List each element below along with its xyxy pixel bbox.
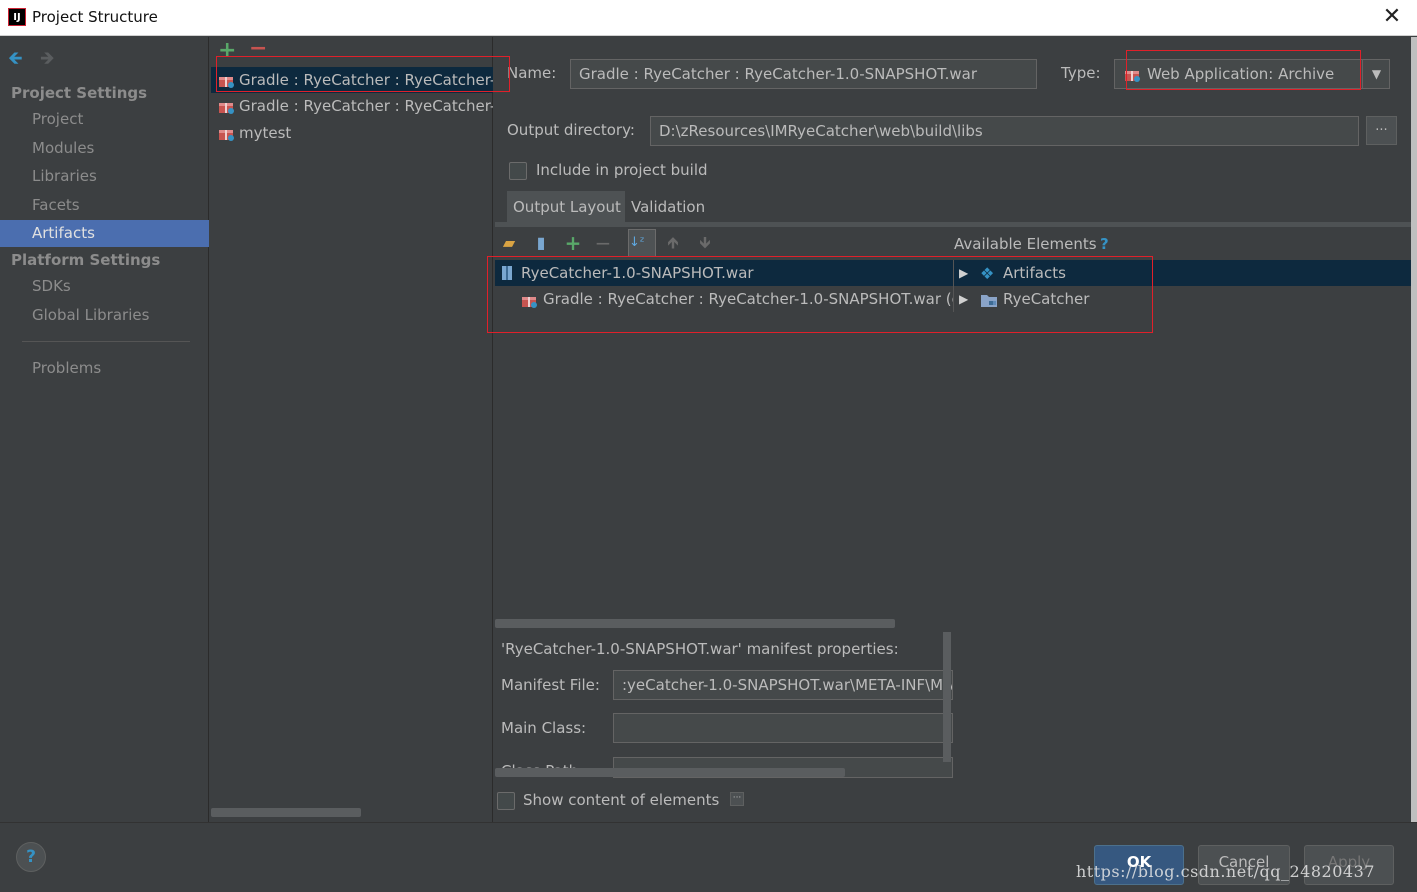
sidebar-item-project[interactable]: Project <box>0 106 209 133</box>
sidebar-item-problems[interactable]: Problems <box>0 355 209 382</box>
artifact-item-exploded[interactable]: Gradle : RyeCatcher : RyeCatcher-1.0-SNA… <box>211 93 493 119</box>
title-bar <box>0 0 1417 36</box>
main-class-input[interactable] <box>613 713 953 743</box>
archive-icon <box>502 266 512 280</box>
manifest-heading: 'RyeCatcher-1.0-SNAPSHOT.war' manifest p… <box>501 640 899 658</box>
tree-root-label[interactable]: RyeCatcher-1.0-SNAPSHOT.war <box>521 264 754 282</box>
manifest-horizontal-scrollbar[interactable] <box>495 768 845 777</box>
artifact-item-label: mytest <box>239 124 292 142</box>
window-title: Project Structure <box>32 8 158 26</box>
manifest-file-input[interactable]: :yeCatcher-1.0-SNAPSHOT.war\META-INF\MA <box>613 670 953 700</box>
add-element-icon[interactable]: + <box>563 233 583 253</box>
name-input[interactable]: Gradle : RyeCatcher : RyeCatcher-1.0-SNA… <box>570 59 1037 89</box>
move-down-icon[interactable]: 🡻 <box>695 233 715 253</box>
artifact-list-panel <box>210 37 493 822</box>
artifact-item-mytest[interactable]: mytest <box>211 120 493 146</box>
war-artifact-icon <box>219 77 234 88</box>
war-exploded-artifact-icon <box>219 103 234 114</box>
name-label: Name: <box>507 64 557 82</box>
artifact-item-war[interactable]: Gradle : RyeCatcher : RyeCatcher-1.0-SNA… <box>211 67 493 93</box>
close-window-button[interactable]: ✕ <box>1380 5 1404 29</box>
module-folder-icon <box>981 295 997 307</box>
sidebar-item-libraries[interactable]: Libraries <box>0 163 209 190</box>
available-elements-label: Available Elements <box>954 235 1097 253</box>
web-archive-icon <box>1125 71 1140 82</box>
artifacts-diamond-icon: ❖ <box>980 264 995 283</box>
forward-arrow-icon[interactable]: 🡺 <box>40 46 55 76</box>
manifest-file-label: Manifest File: <box>501 676 600 694</box>
browse-button[interactable]: ... <box>1366 116 1397 145</box>
show-content-label: Show content of elements <box>523 791 720 809</box>
tree-split-divider[interactable] <box>953 260 954 312</box>
available-item-ryecatcher[interactable]: RyeCatcher <box>1003 290 1089 308</box>
layout-horizontal-scrollbar[interactable] <box>495 619 895 628</box>
type-label: Type: <box>1061 64 1101 82</box>
sidebar-divider <box>22 341 190 342</box>
tab-output-layout[interactable]: Output Layout <box>507 191 627 223</box>
sidebar-item-artifacts[interactable]: Artifacts <box>0 220 209 247</box>
expand-triangle-icon[interactable]: ▶ <box>959 292 968 306</box>
remove-artifact-icon[interactable]: − <box>249 36 267 61</box>
chevron-down-icon[interactable]: ▼ <box>1362 60 1390 88</box>
project-settings-header: Project Settings <box>11 84 148 102</box>
tab-divider <box>495 222 1417 227</box>
add-artifact-icon[interactable]: + <box>218 38 236 63</box>
sidebar-item-sdks[interactable]: SDKs <box>0 273 209 300</box>
output-directory-input[interactable]: D:\zResources\IMRyeCatcher\web\build\lib… <box>650 116 1359 146</box>
move-up-icon[interactable]: 🡹 <box>663 233 683 253</box>
available-item-artifacts[interactable]: Artifacts <box>1003 264 1066 282</box>
create-directory-icon[interactable]: ▰ <box>499 233 519 253</box>
back-arrow-icon[interactable]: 🡸 <box>8 46 23 76</box>
expand-triangle-icon[interactable]: ▶ <box>959 266 968 280</box>
sidebar-item-modules[interactable]: Modules <box>0 135 209 162</box>
show-content-checkbox[interactable] <box>497 792 515 810</box>
show-content-options-button[interactable]: ··· <box>730 792 744 806</box>
include-in-build-label: Include in project build <box>536 161 708 179</box>
watermark-text: https://blog.csdn.net/qq_24820437 <box>1076 862 1375 881</box>
sort-alphabetically-icon[interactable]: ↓ᶻ <box>628 229 656 257</box>
manifest-vertical-scrollbar[interactable] <box>943 632 951 762</box>
mytest-artifact-icon <box>219 130 234 141</box>
platform-settings-header: Platform Settings <box>11 251 161 269</box>
main-class-label: Main Class: <box>501 719 587 737</box>
tree-child-label[interactable]: Gradle : RyeCatcher : RyeCatcher-1.0-SNA… <box>543 290 953 308</box>
create-archive-icon[interactable]: ▮ <box>531 233 551 253</box>
include-in-build-checkbox[interactable] <box>509 162 527 180</box>
remove-element-icon[interactable]: − <box>593 233 613 253</box>
tab-validation[interactable]: Validation <box>625 191 712 223</box>
artifact-item-label: Gradle : RyeCatcher : RyeCatcher-1.0-SNA… <box>239 71 493 89</box>
exploded-artifact-icon <box>522 297 537 308</box>
intellij-app-icon: IJ <box>8 8 26 26</box>
type-select-value: Web Application: Archive <box>1147 65 1335 83</box>
artifact-item-label: Gradle : RyeCatcher : RyeCatcher-1.0-SNA… <box>239 97 493 115</box>
output-directory-label: Output directory: <box>507 121 635 139</box>
window-right-edge <box>1411 37 1417 822</box>
help-button[interactable]: ? <box>16 842 46 872</box>
artifact-list-scrollbar[interactable] <box>211 808 361 817</box>
sidebar-item-facets[interactable]: Facets <box>0 192 209 219</box>
available-elements-help-icon[interactable]: ? <box>1100 235 1109 253</box>
sidebar-item-global-libraries[interactable]: Global Libraries <box>0 302 209 329</box>
